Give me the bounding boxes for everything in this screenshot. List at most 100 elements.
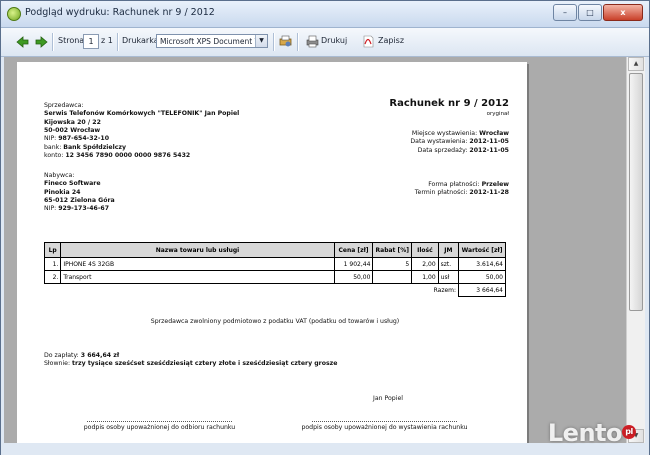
seller-name: Serwis Telefonów Komórkowych "TELEFONIK"… [44,110,240,118]
toolbar-separator [297,33,299,51]
table-cell: 5 [372,257,413,271]
account-row: konto: 12 3456 7890 0000 0000 9876 5432 [44,152,304,160]
printer-settings-icon[interactable] [279,35,292,48]
issue-date-label: Data wystawienia: [410,138,468,146]
column-header: Lp [43,242,62,258]
table-cell [372,270,413,284]
toolbar-separator [117,33,119,51]
seller-city: 50-002 Wrocław [44,127,101,135]
payment-method: Przelew [481,181,509,188]
table-cell: 2,00 [411,257,439,271]
issue-date: 2012-11-05 [469,138,509,146]
table-cell: 1,00 [411,270,439,284]
toolbar: Strona 1 z 1 Drukarka Microsoft XPS Docu… [1,28,649,57]
issue-signature-caption: podpis osoby upoważnionej do wystawienia… [301,424,468,431]
items-table: Lp Nazwa towaru lub usługi Cena [zł] Rab… [43,242,506,297]
amount-words: trzy tysiące sześćset sześćdziesiąt czte… [72,360,338,368]
column-header: Ilość [411,242,439,258]
table-header-row: Lp Nazwa towaru lub usługi Cena [zł] Rab… [43,242,506,258]
close-button[interactable]: x [603,4,643,21]
payment-block: Forma płatności: Przelew Termin płatnośc… [317,181,509,198]
buyer-nip-label: NIP: [44,205,57,213]
window-title: Podgląd wydruku: Rachunek nr 9 / 2012 [25,7,215,18]
sale-date-label: Data sprzedaży: [417,146,468,154]
payment-label: Forma płatności: [428,181,480,188]
buyer-label: Nabywca: [44,172,75,179]
invoice-dates: Miejsce wystawienia: Wrocław Data wystaw… [317,130,509,155]
column-header: Cena [zł] [333,242,374,258]
table-row: 1. IPHONE 4S 32GB 1 902,44 5 2,00 szt. 3… [43,257,506,271]
table-cell: 50,00 [333,270,374,284]
place-value: Wrocław [479,130,509,137]
next-page-icon[interactable] [35,35,49,49]
vertical-scrollbar[interactable]: ▲ ▼ [626,57,645,443]
sale-date-row: Data sprzedaży: 2012-11-05 [317,147,509,155]
place-label: Miejsce wystawienia: [411,130,478,137]
save-button[interactable]: Zapisz [378,36,404,45]
table-cell: 1. [43,257,62,271]
amount-words-row: Słownie: trzy tysiące sześćset sześćdzie… [44,360,506,368]
printer-label: Drukarka [122,36,159,45]
scroll-thumb[interactable] [629,73,643,311]
bank-name: Bank Spółdzielczy [63,143,127,151]
title-bar[interactable]: Podgląd wydruku: Rachunek nr 9 / 2012 – … [1,1,649,28]
watermark-badge: pl [622,425,636,439]
total-value: 3 664,64 [458,283,506,297]
table-cell: Transport [60,270,335,284]
table-cell: 1 902,44 [333,257,374,271]
column-header: Wartość [zł] [458,242,506,258]
buyer-city: 65-012 Zielona Góra [44,197,115,205]
table-cell: IPHONE 4S 32GB [60,257,335,271]
issue-date-row: Data wystawienia: 2012-11-05 [317,138,509,146]
invoice-title: Rachunek nr 9 / 2012 [389,98,509,109]
buyer-nip-row: NIP: 929-173-46-67 [44,205,244,213]
buyer-name: Fineco Software [44,180,101,188]
pdf-save-icon[interactable] [362,35,375,48]
column-header: JM [437,242,460,258]
account-label: konto: [44,152,64,160]
app-icon [7,7,21,21]
invoice-page: Sprzedawca: Serwis Telefonów Komórkowych… [17,62,527,443]
amount-due: 3 664,64 zł [80,352,120,359]
printer-select-value: Microsoft XPS Document Writer [160,37,268,46]
column-header: Rabat [%] [372,242,413,258]
signer-name: Jan Popiel [373,395,403,402]
maximize-button[interactable]: □ [578,4,602,21]
seller-nip-row: NIP: 987-654-32-10 [44,135,304,143]
vat-note: Sprzedawca zwolniony podmiotowo z podatk… [150,318,400,325]
printer-select[interactable]: Microsoft XPS Document Writer ▼ [156,34,268,48]
account-number: 12 3456 7890 0000 0000 9876 5432 [65,152,191,160]
page-number-input[interactable]: 1 [83,34,99,49]
place-row: Miejsce wystawienia: Wrocław [317,130,509,138]
table-cell: szt. [437,257,460,271]
page-count: z 1 [101,36,113,45]
bank-row: bank: Bank Spółdzielczy [44,144,304,152]
minimize-button[interactable]: – [553,4,577,21]
receive-signature-line [87,421,232,422]
amount-words-label: Słownie: [44,360,71,368]
buyer-street: Pinokia 24 [44,188,81,196]
table-cell: usł [437,270,460,284]
previous-page-icon[interactable] [15,35,29,49]
bank-label: bank: [44,143,62,151]
due-date: 2012-11-28 [469,189,509,197]
buyer-block: Nabywca: Fineco Software Pinokia 24 65-0… [44,172,244,214]
print-preview-window: Podgląd wydruku: Rachunek nr 9 / 2012 – … [0,0,650,455]
scroll-up-icon[interactable]: ▲ [628,57,644,71]
invoice-copy-type: oryginał [486,110,509,117]
table-cell: 3.614,64 [458,257,506,271]
preview-area[interactable]: Sprzedawca: Serwis Telefonów Komórkowych… [4,57,626,443]
table-row: 2. Transport 50,00 1,00 usł 50,00 [43,270,506,284]
invoice-header: Rachunek nr 9 / 2012 oryginał [317,97,509,118]
table-cell: 2. [43,270,62,284]
chevron-down-icon[interactable]: ▼ [255,35,267,47]
column-header: Nazwa towaru lub usługi [60,242,335,258]
table-cell: 50,00 [458,270,506,284]
watermark-text: Lento [547,419,623,447]
print-button[interactable]: Drukuj [321,36,347,45]
issue-signature-line [312,421,457,422]
seller-nip: 987-654-32-10 [58,135,110,143]
print-icon[interactable] [306,35,319,48]
buyer-nip: 929-173-46-67 [58,205,110,213]
seller-street: Kijowska 20 / 22 [44,118,101,126]
